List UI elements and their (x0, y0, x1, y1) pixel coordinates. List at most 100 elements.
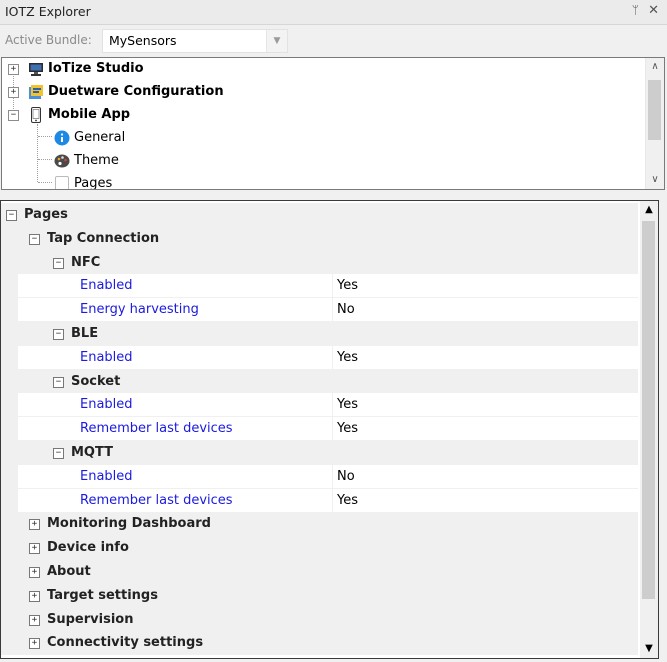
scroll-up-icon[interactable]: ▲ (640, 201, 658, 219)
grid-category-row[interactable]: − Tap Connection (1, 226, 638, 251)
active-bundle-label: Active Bundle: (5, 33, 92, 47)
grid-category-label: BLE (71, 326, 99, 341)
collapse-icon[interactable]: − (8, 110, 19, 121)
column-divider (332, 345, 333, 370)
scroll-thumb[interactable] (648, 80, 661, 140)
tree-node-label: Mobile App (48, 107, 131, 122)
collapse-icon[interactable]: − (53, 329, 64, 340)
grid-gutter (1, 417, 18, 442)
chevron-down-icon[interactable]: ▼ (266, 30, 287, 52)
grid-category-row[interactable]: + Target settings (1, 583, 638, 608)
collapse-icon[interactable]: − (6, 210, 17, 221)
collapse-icon[interactable]: − (29, 233, 40, 245)
tree-node-duetware-configuration[interactable]: + Duetware Configuration (2, 81, 642, 103)
property-name: Remember last devices (80, 492, 233, 508)
grid-category-label: Supervision (47, 611, 134, 627)
grid-category-label: Monitoring Dashboard (47, 516, 211, 532)
column-divider (332, 274, 333, 299)
grid-category-label: Connectivity settings (47, 635, 204, 651)
collapse-icon[interactable]: − (53, 448, 64, 459)
grid-category-label: Socket (71, 373, 121, 389)
property-value[interactable]: No (337, 469, 355, 484)
property-value[interactable]: Yes (337, 397, 358, 412)
grid-property-row[interactable]: Enabled Yes (1, 393, 638, 418)
tree-node-label: IoTize Studio (48, 61, 144, 76)
column-divider (332, 393, 333, 418)
grid-category-label: MQTT (71, 445, 114, 460)
grid-gutter (1, 488, 18, 513)
scroll-thumb[interactable] (642, 221, 655, 599)
property-name: Enabled (80, 468, 133, 484)
grid-category-row[interactable]: + Device info (1, 536, 638, 561)
column-divider (332, 488, 333, 513)
scroll-up-icon[interactable]: ∧ (646, 58, 664, 76)
grid-gutter (1, 345, 18, 370)
pin-icon[interactable]: ᛘ (632, 3, 639, 17)
tree-scrollbar[interactable]: ∧ ∨ (645, 58, 664, 189)
column-divider (332, 298, 333, 323)
grid-category-label: NFC (71, 254, 101, 270)
config-icon (29, 85, 43, 99)
grid-scrollbar[interactable]: ▲ ▼ (640, 201, 658, 658)
expand-icon[interactable]: + (29, 614, 40, 626)
grid-category-row[interactable]: − Pages (1, 203, 638, 227)
property-value[interactable]: Yes (337, 350, 358, 365)
tree-node-label: General (74, 130, 126, 145)
scroll-down-icon[interactable]: ▼ (640, 640, 658, 658)
expand-icon[interactable]: + (29, 567, 40, 578)
grid-property-row[interactable]: Enabled No (1, 464, 638, 489)
property-name: Enabled (80, 278, 133, 294)
grid-category-row[interactable]: + Connectivity settings (1, 631, 638, 656)
expand-icon[interactable]: + (29, 590, 40, 602)
grid-category-label: Pages (24, 207, 68, 222)
expand-icon[interactable]: + (29, 638, 40, 650)
tree-node-iotize-studio[interactable]: + IoTize Studio (2, 58, 642, 80)
tree-node-theme[interactable]: Theme (2, 150, 642, 172)
close-icon[interactable]: ✕ (648, 3, 659, 18)
tree-node-pages[interactable]: Pages (2, 173, 642, 189)
grid-category-row[interactable]: + About (1, 560, 638, 584)
grid-gutter (1, 274, 18, 299)
property-grid[interactable]: − Pages − Tap Connection − NFC Enabled Yes Energ… (0, 200, 659, 659)
tree-node-mobile-app[interactable]: − Mobile App (2, 104, 642, 126)
property-name: Enabled (80, 349, 133, 365)
property-value[interactable]: Yes (337, 421, 358, 436)
grid-category-row[interactable]: − BLE (1, 322, 638, 346)
collapse-icon[interactable]: − (53, 257, 64, 269)
grid-gutter (1, 298, 18, 323)
palette-icon (54, 154, 70, 168)
scroll-down-icon[interactable]: ∨ (646, 171, 664, 189)
tree-node-label: Duetware Configuration (48, 84, 224, 99)
grid-property-row[interactable]: Energy harvesting No (1, 298, 638, 323)
grid-property-row[interactable]: Enabled Yes (1, 274, 638, 299)
column-divider (332, 417, 333, 442)
property-name: Energy harvesting (80, 302, 199, 318)
active-bundle-select[interactable]: MySensors ▼ (102, 29, 288, 53)
panel-title: IOTZ Explorer (5, 4, 91, 19)
expand-icon[interactable]: + (29, 543, 40, 555)
grid-category-row[interactable]: + Supervision (1, 607, 638, 632)
expand-icon[interactable]: + (8, 64, 19, 75)
grid-property-row[interactable]: Remember last devices Yes (1, 488, 638, 513)
grid-category-label: Tap Connection (47, 230, 160, 246)
grid-category-row[interactable]: − Socket (1, 369, 638, 394)
grid-category-label: Device info (47, 540, 129, 556)
property-value[interactable]: Yes (337, 278, 358, 293)
tree-node-general[interactable]: General (2, 127, 642, 149)
monitor-icon (29, 63, 43, 76)
grid-category-row[interactable]: + Monitoring Dashboard (1, 512, 638, 537)
grid-property-row[interactable]: Remember last devices Yes (1, 417, 638, 442)
grid-category-row[interactable]: − MQTT (1, 441, 638, 465)
active-bundle-value: MySensors (109, 33, 177, 48)
column-divider (332, 464, 333, 489)
grid-category-label: Target settings (47, 587, 158, 603)
property-value[interactable]: Yes (337, 493, 358, 508)
grid-property-row[interactable]: Enabled Yes (1, 345, 638, 370)
property-name: Enabled (80, 397, 133, 413)
explorer-tree[interactable]: + IoTize Studio + Duetware Configuration… (1, 57, 665, 190)
property-value[interactable]: No (337, 302, 355, 317)
expand-icon[interactable]: + (29, 519, 40, 531)
expand-icon[interactable]: + (8, 87, 19, 98)
collapse-icon[interactable]: − (53, 376, 64, 388)
grid-category-row[interactable]: − NFC (1, 250, 638, 275)
